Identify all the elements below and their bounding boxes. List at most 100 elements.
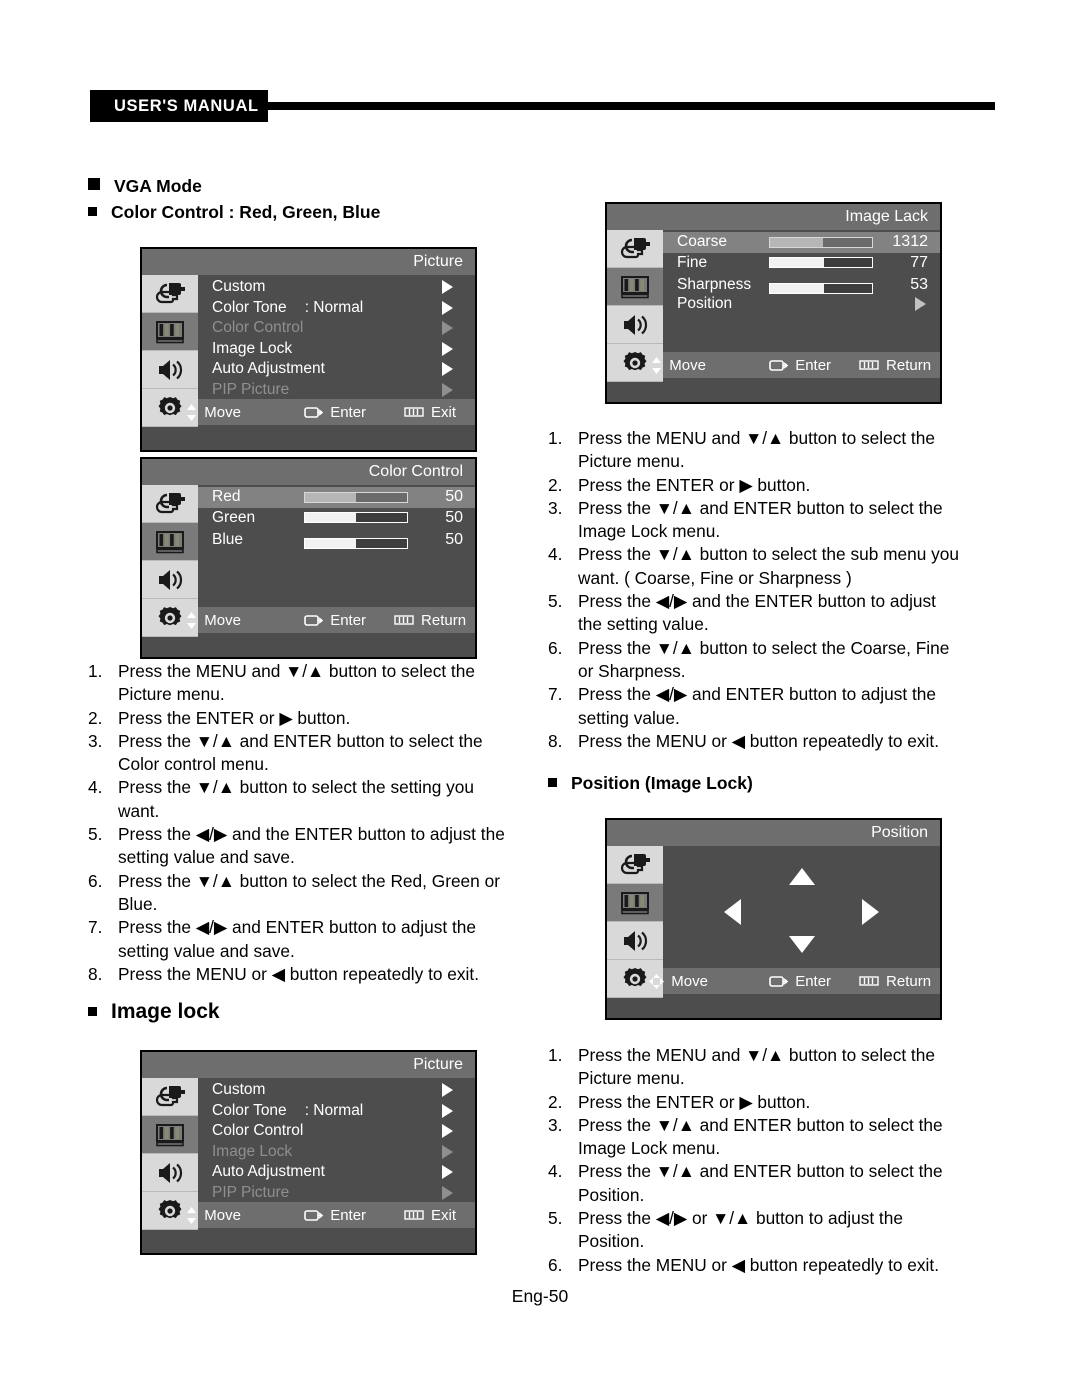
osd-slider-blue[interactable]: Blue 50 — [198, 528, 475, 549]
input-plug-icon — [620, 853, 650, 874]
osd-item-color-tone[interactable]: Color Tone : Normal — [198, 298, 475, 319]
step-text: Press the ▼/▲ button to select the setti… — [118, 777, 475, 821]
menu-bars-icon — [394, 615, 414, 625]
osd-item-label: Coarse — [677, 233, 727, 251]
slider-track[interactable] — [304, 512, 408, 524]
position-arrow-pad[interactable] — [663, 846, 940, 1000]
step-item: 7. Press the ◀/▶ and ENTER button to adju… — [548, 683, 960, 730]
step-number: 2. — [548, 1091, 563, 1112]
picture-colorbars-icon — [156, 530, 184, 553]
osd-item-label: Auto Adjustment — [212, 360, 325, 378]
osd-item-position[interactable]: Position — [663, 294, 940, 315]
osd-item-image-lock[interactable]: Image Lock — [198, 339, 475, 360]
osd-items: Coarse 1312 Fine 77 Sharpness 53 Positio… — [663, 230, 940, 352]
steps-color-control: 1. Press the MENU and ▼/▲ button to selec… — [88, 660, 520, 986]
sidebar-icon-sound[interactable] — [142, 561, 198, 599]
slider-track[interactable] — [304, 537, 408, 549]
speaker-icon — [159, 1162, 183, 1183]
osd-picture-menu-2: Picture Custom Color Tone: Normal Color… — [140, 1050, 477, 1255]
osd-hint-enter: Enter — [285, 612, 385, 629]
sidebar-icon-sound[interactable] — [142, 351, 198, 389]
step-text: Press the ▼/▲ and ENTER button to select… — [578, 1161, 943, 1205]
sidebar-icon-picture[interactable] — [142, 313, 198, 351]
osd-slider-coarse[interactable]: Coarse 1312 — [663, 232, 940, 253]
osd-hint-enter: Enter — [285, 404, 385, 421]
step-text: Press the MENU and ▼/▲ button to select … — [578, 1045, 935, 1089]
sidebar-icon-picture[interactable] — [142, 523, 198, 561]
arrow-down-icon[interactable] — [788, 936, 815, 953]
sidebar-icon-sound[interactable] — [607, 922, 663, 960]
osd-item-custom[interactable]: Custom — [198, 277, 475, 298]
chevron-right-icon — [442, 1103, 453, 1118]
sidebar-icon-input[interactable] — [142, 485, 198, 523]
header-tab-label: USER'S MANUAL — [90, 90, 268, 122]
osd-item-pip-picture[interactable]: PIP Picture — [198, 1183, 475, 1204]
step-number: 8. — [88, 963, 103, 984]
osd-item-image-lock[interactable]: Image Lock — [198, 1142, 475, 1163]
sidebar-icon-picture[interactable] — [607, 884, 663, 922]
step-text: Press the ENTER or ▶ button. — [578, 474, 811, 495]
osd-item-label: Blue — [212, 530, 244, 548]
step-number: 5. — [88, 824, 103, 845]
osd-item-color-control[interactable]: Color Control — [198, 318, 475, 339]
step-number: 4. — [548, 544, 563, 565]
osd-item-label: PIP Picture — [212, 380, 290, 398]
chevron-right-icon — [442, 280, 453, 295]
sidebar-icon-input[interactable] — [607, 230, 663, 268]
osd-item-color-control[interactable]: Color Control — [198, 1121, 475, 1142]
osd-slider-fine[interactable]: Fine 77 — [663, 253, 940, 274]
step-text: Press the ◀/▶ and the ENTER button to ad… — [578, 591, 936, 635]
osd-hint-right: Exit — [385, 1207, 475, 1224]
step-text: Press the ◀/▶ and the ENTER button to ad… — [118, 824, 505, 868]
sidebar-icon-input[interactable] — [142, 1078, 198, 1116]
osd-item-auto-adjustment[interactable]: Auto Adjustment — [198, 359, 475, 380]
osd-hint-label: Exit — [431, 403, 457, 421]
arrow-up-icon[interactable] — [788, 868, 815, 885]
osd-slider-red[interactable]: Red 50 — [198, 487, 475, 508]
step-text: Press the ◀/▶ and ENTER button to adjust… — [578, 684, 936, 728]
osd-item-label: Red — [212, 488, 241, 506]
slider-track[interactable] — [769, 257, 873, 269]
step-text: Press the ▼/▲ and ENTER button to select… — [118, 730, 483, 775]
osd-items: Custom Color Tone : Normal Color Control… — [198, 275, 475, 399]
osd-sidebar — [142, 485, 198, 637]
osd-slider-green[interactable]: Green 50 — [198, 508, 475, 529]
step-text: Press the ▼/▲ button to select the sub m… — [578, 544, 959, 588]
arrow-right-icon[interactable] — [862, 899, 880, 925]
step-number: 1. — [88, 661, 103, 681]
step-number: 6. — [88, 870, 103, 891]
chevron-right-icon — [442, 341, 453, 356]
step-item: 5. Press the ◀/▶ and the ENTER button to … — [88, 823, 520, 870]
osd-hint-label: Move — [204, 611, 241, 629]
osd-item-value: 53 — [910, 275, 928, 293]
heading-vga-mode-label: VGA Mode — [114, 176, 202, 196]
menu-bars-icon — [404, 1210, 424, 1220]
step-item: 6. Press the ▼/▲ button to select the Red… — [88, 870, 520, 917]
slider-track[interactable] — [769, 282, 873, 294]
sidebar-icon-sound[interactable] — [607, 306, 663, 344]
osd-item-label: Custom — [212, 278, 266, 296]
sidebar-icon-input[interactable] — [142, 275, 198, 313]
sidebar-icon-input[interactable] — [607, 846, 663, 884]
chevron-right-icon — [442, 300, 453, 315]
sidebar-icon-picture[interactable] — [142, 1116, 198, 1154]
step-item: 2. Press the ENTER or ▶ button. — [88, 707, 520, 730]
osd-item-pip-picture[interactable]: PIP Picture — [198, 380, 475, 401]
sidebar-icon-picture[interactable] — [607, 268, 663, 306]
up-down-arrows-icon — [187, 1206, 197, 1224]
osd-item-label: Color Control — [212, 319, 304, 337]
sidebar-icon-sound[interactable] — [142, 1154, 198, 1192]
osd-item-custom[interactable]: Custom — [198, 1080, 475, 1101]
step-number: 5. — [548, 1208, 563, 1229]
step-number: 1. — [548, 428, 563, 448]
osd-item-label: Sharpness — [677, 275, 752, 293]
arrow-left-icon[interactable] — [723, 899, 741, 925]
osd-item-auto-adjustment[interactable]: Auto Adjustment — [198, 1162, 475, 1183]
header-rule — [268, 102, 995, 110]
slider-track[interactable] — [769, 236, 873, 248]
step-text: Press the ▼/▲ and ENTER button to select… — [578, 497, 943, 542]
slider-track[interactable] — [304, 491, 408, 503]
osd-item-color-tone[interactable]: Color Tone : Normal — [198, 1101, 475, 1122]
osd-slider-sharpness[interactable]: Sharpness 53 — [663, 273, 940, 294]
osd-title: Picture — [142, 1052, 475, 1078]
